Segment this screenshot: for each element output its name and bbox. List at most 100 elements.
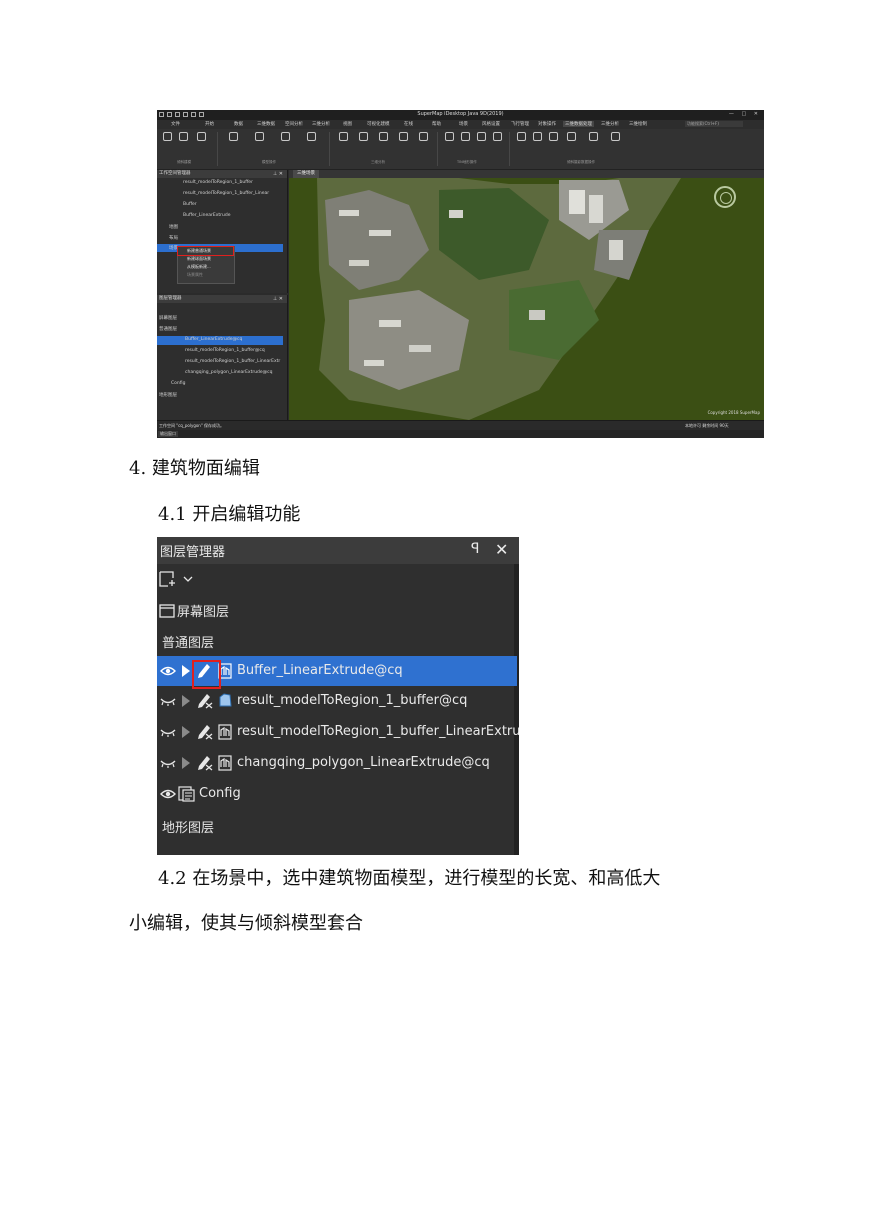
menu-item[interactable]: 三维分析 xyxy=(312,121,330,127)
tree-item: 地形图层 xyxy=(159,393,177,398)
menu-item[interactable]: 场景 xyxy=(459,121,468,127)
edit-highlight-box xyxy=(192,660,221,689)
tree-item: 普通图层 xyxy=(159,327,177,332)
ribbon-button[interactable] xyxy=(253,132,265,141)
eye-closed-icon[interactable] xyxy=(160,727,176,737)
menu-item-active[interactable]: 三维数据处理 xyxy=(563,121,594,127)
eye-closed-icon[interactable] xyxy=(160,758,176,768)
function-search-input[interactable]: 功能搜索(Ctrl+F) xyxy=(685,121,743,127)
eye-icon[interactable] xyxy=(160,789,176,799)
edit-disabled-icon[interactable] xyxy=(197,755,213,771)
pin-icon[interactable]: ꟼ xyxy=(471,541,479,557)
selectable-arrow-icon[interactable] xyxy=(181,726,191,738)
edit-disabled-icon[interactable] xyxy=(197,724,213,740)
menu-item[interactable]: 三维绘制 xyxy=(629,121,647,127)
tree-item[interactable]: 地图 xyxy=(169,224,178,230)
ribbon-button[interactable] xyxy=(459,132,471,141)
ribbon-button[interactable] xyxy=(475,132,487,141)
menu-item[interactable]: 三维数据 xyxy=(257,121,275,127)
menu-item[interactable]: 视图 xyxy=(343,121,352,127)
tree-item[interactable]: changqing_polygon_LinearExtrude@cq xyxy=(185,370,273,375)
tree-item[interactable]: Buffer xyxy=(183,202,197,207)
context-menu-item[interactable]: 新建球面场景 xyxy=(178,255,234,263)
ribbon-button[interactable] xyxy=(515,132,527,141)
tree-item[interactable]: result_modelToRegion_1_buffer xyxy=(183,180,253,185)
selectable-arrow-icon[interactable] xyxy=(181,757,191,769)
close-icon[interactable]: ✕ xyxy=(495,540,508,559)
tree-item[interactable]: Buffer_LinearExtrude xyxy=(183,213,231,218)
ribbon-button[interactable] xyxy=(305,132,317,141)
tree-item[interactable]: Config xyxy=(171,381,185,386)
model-layer-icon xyxy=(218,724,232,740)
ribbon-button[interactable] xyxy=(357,132,369,141)
tree-item[interactable]: result_modelToRegion_1_buffer@cq xyxy=(185,348,265,353)
ribbon-button[interactable] xyxy=(377,132,389,141)
ribbon-button[interactable] xyxy=(587,132,599,141)
window-title: SuperMap iDesktop Java 9D(2019) xyxy=(417,111,504,117)
layer-manager-header: 图层管理器 ꟼ ✕ xyxy=(157,537,519,564)
menu-item[interactable]: 数据 xyxy=(234,121,243,127)
terrain-layers-label: 地形图层 xyxy=(162,821,215,836)
ribbon-button[interactable] xyxy=(177,132,189,141)
layer-name: result_modelToRegion_1_buffer@cq xyxy=(237,693,468,708)
menu-item[interactable]: 在线 xyxy=(404,121,413,127)
eye-closed-icon[interactable] xyxy=(160,696,176,706)
layer-row[interactable]: result_modelToRegion_1_buffer@cq xyxy=(157,686,517,716)
ribbon-button[interactable] xyxy=(565,132,577,141)
context-menu-item[interactable]: 场景属性 xyxy=(178,271,234,279)
menu-item[interactable]: 空间分析 xyxy=(285,121,303,127)
tree-item[interactable]: result_modelToRegion_1_buffer_LinearExtr xyxy=(185,359,280,364)
ribbon-button[interactable] xyxy=(491,132,503,141)
menu-item[interactable]: 飞行管理 xyxy=(511,121,529,127)
model-layer-icon xyxy=(218,755,232,771)
paragraph-4-2-continued: 小编辑，使其与倾斜模型套合 xyxy=(129,913,363,934)
layer-manager-screenshot: 图层管理器 ꟼ ✕ 屏幕图层 普通图层 Buffer_LinearExtrude… xyxy=(157,537,519,855)
new-layer-group-icon[interactable] xyxy=(159,571,199,591)
screen-layer-label[interactable]: 屏幕图层 xyxy=(177,601,229,620)
ribbon-toolbar: 倾斜建模 模型操作 三维分析 TIN地形操作 倾斜摄影数据操作 xyxy=(157,129,764,170)
layer-name: changqing_polygon_LinearExtrude@cq xyxy=(237,755,490,770)
normal-layers-label: 普通图层 xyxy=(162,636,215,651)
edit-disabled-icon[interactable] xyxy=(197,693,213,709)
ribbon-button[interactable] xyxy=(531,132,543,141)
menu-item[interactable]: 风格设置 xyxy=(482,121,500,127)
menu-item[interactable]: 三维分析 xyxy=(601,121,619,127)
menu-item[interactable]: 帮助 xyxy=(432,121,441,127)
ribbon-button[interactable] xyxy=(547,132,559,141)
ribbon-button[interactable] xyxy=(609,132,621,141)
selectable-arrow-icon[interactable] xyxy=(181,695,191,707)
tree-item[interactable]: Buffer_LinearExtrude@cq xyxy=(185,337,242,342)
window-controls[interactable]: — □ ✕ xyxy=(729,111,761,117)
status-message: 工作空间 "cq_polygon" 保存成功。 xyxy=(159,423,224,428)
layer-manager-panel-small: 图层管理器 ⊥ ✕ 屏幕图层 普通图层 Buffer_LinearExtrude@… xyxy=(157,295,288,420)
menu-item[interactable]: 对象操作 xyxy=(538,121,556,127)
layer-row[interactable]: result_modelToRegion_1_buffer_LinearExtr… xyxy=(157,717,519,747)
ribbon-button[interactable] xyxy=(417,132,429,141)
context-menu-item[interactable]: 从模板新建... xyxy=(178,263,234,271)
eye-icon[interactable] xyxy=(160,666,176,676)
3d-scene-view[interactable]: 三维场景 Copyright 2018 SuperMap xyxy=(289,170,764,420)
ribbon-button[interactable] xyxy=(337,132,349,141)
subsection-heading: 4.1 开启编辑功能 xyxy=(158,504,301,525)
paragraph-4-2: 4.2 在场景中，选中建筑物面模型，进行模型的长宽、和高低大 xyxy=(158,868,661,889)
tree-item[interactable]: 布局 xyxy=(169,235,178,241)
ribbon-button[interactable] xyxy=(161,132,173,141)
ribbon-group-label: 倾斜摄影数据操作 xyxy=(567,160,595,164)
ribbon-button[interactable] xyxy=(227,132,239,141)
config-row[interactable]: Config xyxy=(157,779,517,809)
ribbon-button[interactable] xyxy=(195,132,207,141)
compass-control[interactable] xyxy=(714,186,736,208)
tree-item[interactable]: 屏幕图层 xyxy=(159,315,177,321)
ribbon-button[interactable] xyxy=(397,132,409,141)
tree-item[interactable]: result_modelToRegion_1_buffer_Linear xyxy=(183,191,269,196)
output-window-tab[interactable]: 输出窗口 xyxy=(158,431,178,437)
menu-item[interactable]: 开始 xyxy=(205,121,214,127)
selectable-arrow-icon[interactable] xyxy=(181,665,191,677)
ribbon-button[interactable] xyxy=(443,132,455,141)
copyright-text: Copyright 2018 SuperMap xyxy=(707,410,760,415)
layer-row[interactable]: changqing_polygon_LinearExtrude@cq xyxy=(157,748,517,778)
menu-item[interactable]: 文件 xyxy=(171,121,180,127)
menu-item[interactable]: 可视化建模 xyxy=(367,121,390,127)
ribbon-button[interactable] xyxy=(279,132,291,141)
panel-title: 图层管理器 xyxy=(160,545,226,560)
